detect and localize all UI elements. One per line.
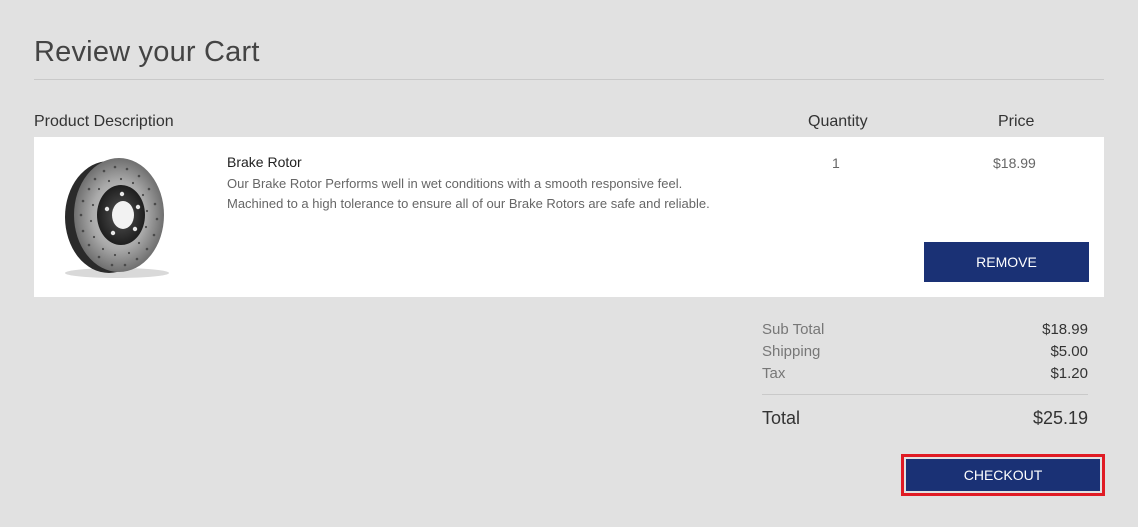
checkout-highlight: CHECKOUT (901, 454, 1105, 496)
item-description-line: Machined to a high tolerance to ensure a… (227, 196, 710, 211)
item-price: $18.99 (993, 155, 1036, 171)
column-header-price: Price (998, 113, 1035, 130)
column-header-product: Product Description (34, 113, 174, 130)
shipping-label: Shipping (762, 342, 821, 360)
total-label: Total (762, 407, 801, 428)
item-description-line: Our Brake Rotor Performs well in wet con… (227, 176, 683, 191)
checkout-button[interactable]: CHECKOUT (906, 459, 1100, 491)
tax-row: Tax $1.20 (762, 362, 1088, 384)
brake-rotor-image (49, 149, 179, 281)
cart-page: Review your Cart Product Description Qua… (0, 0, 1138, 527)
order-summary: Sub Total $18.99 Shipping $5.00 Tax $1.2… (762, 318, 1088, 429)
subtotal-label: Sub Total (762, 320, 825, 338)
total-value: $25.19 (1032, 407, 1088, 428)
title-divider (34, 79, 1104, 80)
page-title: Review your Cart (34, 36, 260, 68)
shipping-row: Shipping $5.00 (762, 340, 1088, 362)
tax-label: Tax (762, 364, 786, 382)
subtotal-row: Sub Total $18.99 (762, 318, 1088, 340)
shipping-value: $5.00 (1050, 342, 1088, 360)
column-header-quantity: Quantity (808, 113, 868, 130)
remove-button[interactable]: REMOVE (924, 242, 1089, 282)
item-quantity: 1 (832, 155, 840, 171)
item-description: Our Brake Rotor Performs well in wet con… (227, 174, 767, 214)
total-row: Total $25.19 (762, 407, 1088, 429)
tax-value: $1.20 (1050, 364, 1088, 382)
item-name: Brake Rotor (227, 154, 302, 170)
subtotal-value: $18.99 (1042, 320, 1088, 338)
cart-item: Brake Rotor Our Brake Rotor Performs wel… (34, 137, 1104, 297)
summary-divider (762, 394, 1088, 395)
